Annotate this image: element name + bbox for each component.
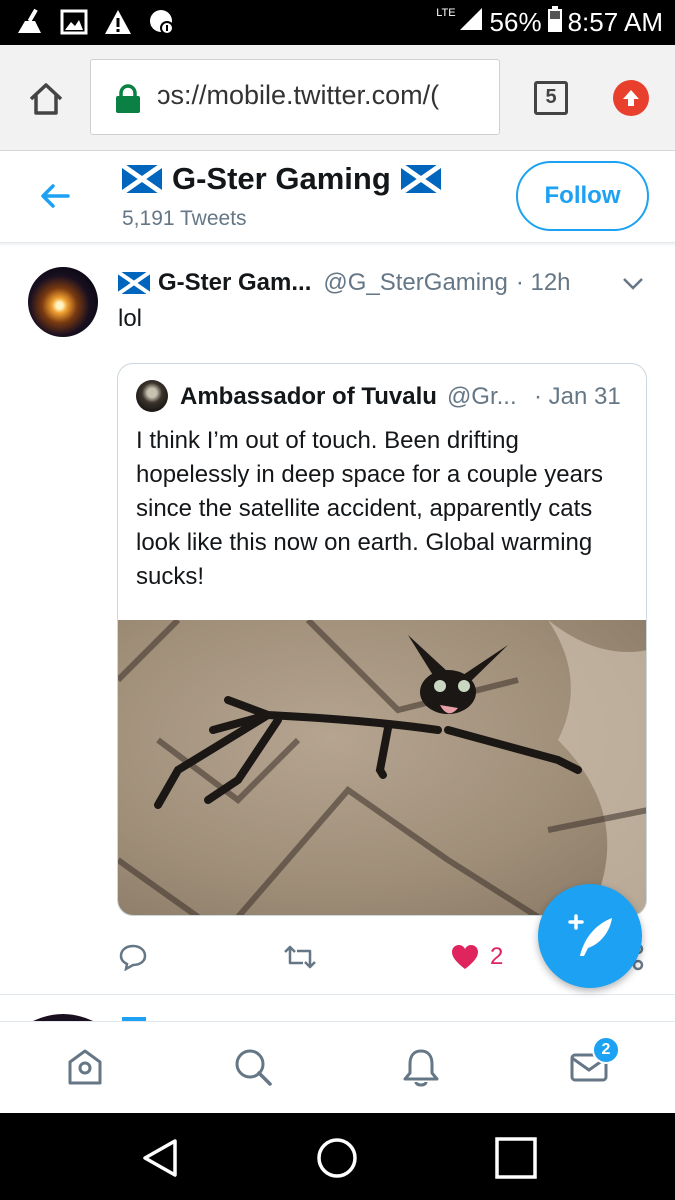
retweet-icon[interactable]: [283, 943, 317, 971]
quoted-photo[interactable]: [118, 617, 646, 915]
avatar: [136, 380, 168, 412]
tab-switcher-button[interactable]: 5: [534, 81, 568, 115]
like-count: 2: [490, 943, 504, 970]
scotland-flag-icon: [116, 270, 152, 296]
system-recents-icon[interactable]: [493, 1135, 539, 1181]
battery-icon: [547, 6, 562, 39]
tweet-text: lol: [118, 305, 143, 332]
battery-percent: 56%: [489, 7, 542, 37]
network-type: LTE: [436, 6, 456, 19]
back-arrow-icon[interactable]: [38, 179, 72, 213]
home-icon[interactable]: [26, 79, 66, 119]
vpn-shield-icon: [146, 6, 178, 38]
quoted-date: · Jan 31: [534, 383, 621, 410]
profile-name: G-Ster Gaming: [172, 161, 391, 196]
cleaner-icon: [14, 6, 46, 38]
home-tab-icon[interactable]: [62, 1044, 108, 1090]
tweet-header: G-Ster Gam... @G_SterGaming · 12h: [116, 269, 571, 297]
quoted-text: I think I’m out of touch. Been drifting …: [136, 427, 603, 590]
chevron-down-icon[interactable]: [622, 277, 644, 291]
warning-icon: [102, 6, 134, 38]
compose-feather-icon: [568, 914, 612, 956]
status-bar: LTE 56% 8:57 AM: [0, 0, 675, 45]
like-button[interactable]: 2: [450, 943, 503, 971]
system-navigation-bar: [0, 1113, 675, 1200]
quoted-author-name: Ambassador of Tuvalu: [180, 383, 437, 410]
scotland-flag-icon: [120, 162, 164, 196]
clock: 8:57 AM: [567, 7, 663, 37]
notification-icons: [14, 6, 178, 38]
system-home-icon[interactable]: [314, 1135, 360, 1181]
system-back-icon[interactable]: [137, 1135, 183, 1181]
heart-icon: [452, 945, 478, 969]
tweet-time: · 12h: [515, 269, 571, 296]
profile-name-row: G-Ster Gaming: [120, 161, 443, 197]
profile-header: G-Ster Gaming 5,191 Tweets Follow: [0, 151, 675, 243]
follow-button[interactable]: Follow: [516, 161, 649, 231]
lock-icon: [115, 84, 141, 114]
messages-badge: 2: [592, 1036, 620, 1064]
avatar[interactable]: [28, 267, 98, 337]
url-text: ɔs://mobile.twitter.com/(: [157, 80, 440, 110]
search-tab-icon[interactable]: [230, 1044, 276, 1090]
browser-toolbar: ɔs://mobile.twitter.com/( 5: [0, 45, 675, 151]
author-handle: @G_SterGaming: [323, 269, 508, 296]
status-indicators: LTE 56% 8:57 AM: [436, 6, 663, 39]
signal-icon: [458, 6, 484, 39]
address-bar[interactable]: ɔs://mobile.twitter.com/(: [90, 59, 500, 135]
quoted-header: Ambassador of Tuvalu @Gr... · Jan 31: [180, 383, 640, 411]
update-icon[interactable]: [613, 80, 649, 116]
tweet-count: 5,191 Tweets: [122, 207, 247, 230]
author-name[interactable]: G-Ster Gam...: [158, 269, 311, 297]
scotland-flag-icon: [399, 162, 443, 196]
reply-icon[interactable]: [118, 943, 148, 971]
notifications-tab-icon[interactable]: [398, 1044, 444, 1090]
gallery-icon: [58, 6, 90, 38]
quoted-tweet[interactable]: Ambassador of Tuvalu @Gr... · Jan 31 I t…: [117, 363, 647, 916]
tweet[interactable]: G-Ster Gam... @G_SterGaming · 12h lol Am…: [0, 253, 675, 995]
next-tweet-peek: [0, 997, 675, 1021]
quoted-handle: @Gr...: [446, 383, 517, 410]
bottom-navigation: 2: [0, 1021, 675, 1113]
compose-tweet-button[interactable]: [538, 884, 642, 988]
